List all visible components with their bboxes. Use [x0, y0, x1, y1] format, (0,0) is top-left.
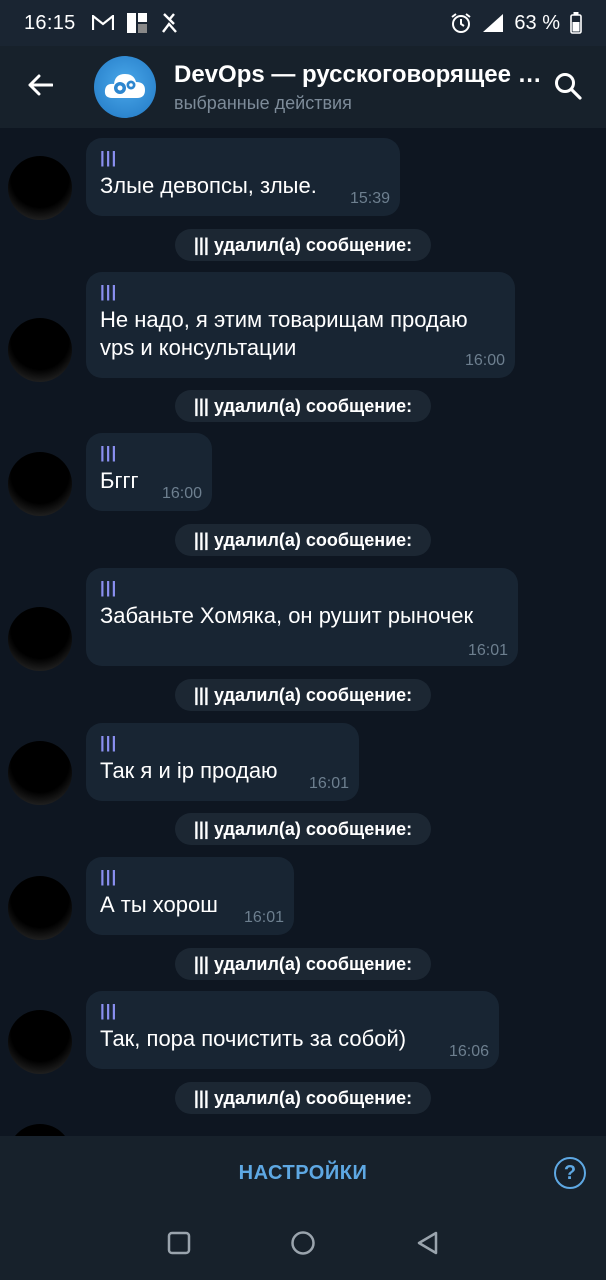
message-author[interactable]: |||: [100, 148, 386, 172]
message-time: 15:39: [349, 190, 390, 207]
search-button[interactable]: [548, 68, 588, 108]
message-list[interactable]: ||| Злые девопсы, злые. 15:39 ||| удалил…: [0, 128, 606, 1136]
user-avatar[interactable]: [8, 318, 72, 382]
settings-button[interactable]: НАСТРОЙКИ: [239, 1162, 368, 1185]
home-button[interactable]: [290, 1230, 316, 1261]
service-message: ||| удалил(а) сообщение:: [175, 813, 431, 845]
chat-avatar[interactable]: [94, 56, 156, 118]
system-nav-bar: [0, 1210, 606, 1280]
message-time: 16:01: [467, 642, 508, 659]
user-avatar[interactable]: [8, 876, 72, 940]
signal-icon: [482, 13, 504, 33]
service-message: ||| удалил(а) сообщение:: [175, 524, 431, 556]
app-icon: [126, 12, 148, 34]
circle-icon: [290, 1230, 316, 1261]
message-bubble[interactable]: ||| Забаньте Хомяка, он рушит рыночек 16…: [86, 568, 518, 666]
message-time: 16:01: [308, 775, 349, 792]
gmail-icon: [91, 15, 114, 31]
service-message: ||| удалил(а) сообщение:: [175, 1082, 431, 1114]
service-message: ||| удалил(а) сообщение:: [175, 679, 431, 711]
user-avatar[interactable]: [8, 607, 72, 671]
status-time: 16:15: [24, 11, 76, 34]
service-message: ||| удалил(а) сообщение:: [175, 390, 431, 422]
vpn-icon: [160, 12, 178, 34]
screen: 16:15 63 % DevOps — русскоговорящее со в…: [0, 0, 606, 1280]
battery-icon: [570, 12, 582, 34]
message-text: Не надо, я этим товарищам продаю vps и к…: [100, 307, 468, 360]
back-nav-button[interactable]: [415, 1230, 441, 1261]
message-bubble[interactable]: ||| Бггг 16:00: [86, 433, 212, 511]
bottom-bar: НАСТРОЙКИ ?: [0, 1136, 606, 1210]
triangle-back-icon: [415, 1230, 441, 1261]
message-bubble[interactable]: ||| Так я и ip продаю 16:01: [86, 723, 359, 801]
message-author[interactable]: |||: [100, 867, 280, 891]
message-author[interactable]: |||: [100, 1001, 485, 1025]
battery-percent: 63 %: [514, 11, 560, 34]
message-text: Злые девопсы, злые.: [100, 173, 317, 198]
message-author[interactable]: |||: [100, 578, 504, 602]
message-time: 16:01: [243, 909, 284, 926]
arrow-left-icon: [27, 74, 54, 101]
status-bar: 16:15 63 %: [0, 0, 606, 46]
service-message: ||| удалил(а) сообщение:: [175, 229, 431, 261]
chat-subtitle: выбранные действия: [174, 92, 352, 113]
message-text: А ты хорош: [100, 892, 218, 917]
search-icon: [554, 72, 582, 105]
message-author[interactable]: |||: [100, 443, 198, 467]
message-text: Забаньте Хомяка, он рушит рыночек: [100, 603, 474, 628]
recents-button[interactable]: [166, 1231, 192, 1260]
user-avatar[interactable]: [8, 452, 72, 516]
help-icon[interactable]: ?: [554, 1157, 586, 1189]
user-avatar[interactable]: [8, 741, 72, 805]
message-author[interactable]: |||: [100, 733, 345, 757]
back-button[interactable]: [0, 46, 80, 128]
message-bubble[interactable]: ||| А ты хорош 16:01: [86, 857, 294, 935]
message-author[interactable]: |||: [100, 282, 501, 306]
service-message: ||| удалил(а) сообщение:: [175, 948, 431, 980]
user-avatar[interactable]: [8, 1010, 72, 1074]
user-avatar[interactable]: [8, 1124, 72, 1136]
message-bubble[interactable]: ||| Так, пора почистить за собой) 16:06: [86, 991, 499, 1069]
chat-title[interactable]: DevOps — русскоговорящее сообщество: [174, 61, 544, 89]
message-bubble[interactable]: ||| Злые девопсы, злые. 15:39: [86, 138, 400, 216]
square-icon: [167, 1231, 191, 1260]
message-text: Бггг: [100, 468, 139, 493]
cloud-gears-icon: [102, 68, 148, 107]
message-time: 16:00: [161, 485, 202, 502]
chat-header: DevOps — русскоговорящее сообщество выбр…: [0, 46, 606, 128]
message-time: 16:00: [464, 352, 505, 369]
message-text: Так, пора почистить за собой): [100, 1026, 407, 1051]
message-time: 16:06: [448, 1043, 489, 1060]
alarm-icon: [450, 12, 472, 34]
user-avatar[interactable]: [8, 156, 72, 220]
message-text: Так я и ip продаю: [100, 758, 278, 783]
message-bubble[interactable]: ||| Не надо, я этим товарищам продаю vps…: [86, 272, 515, 378]
